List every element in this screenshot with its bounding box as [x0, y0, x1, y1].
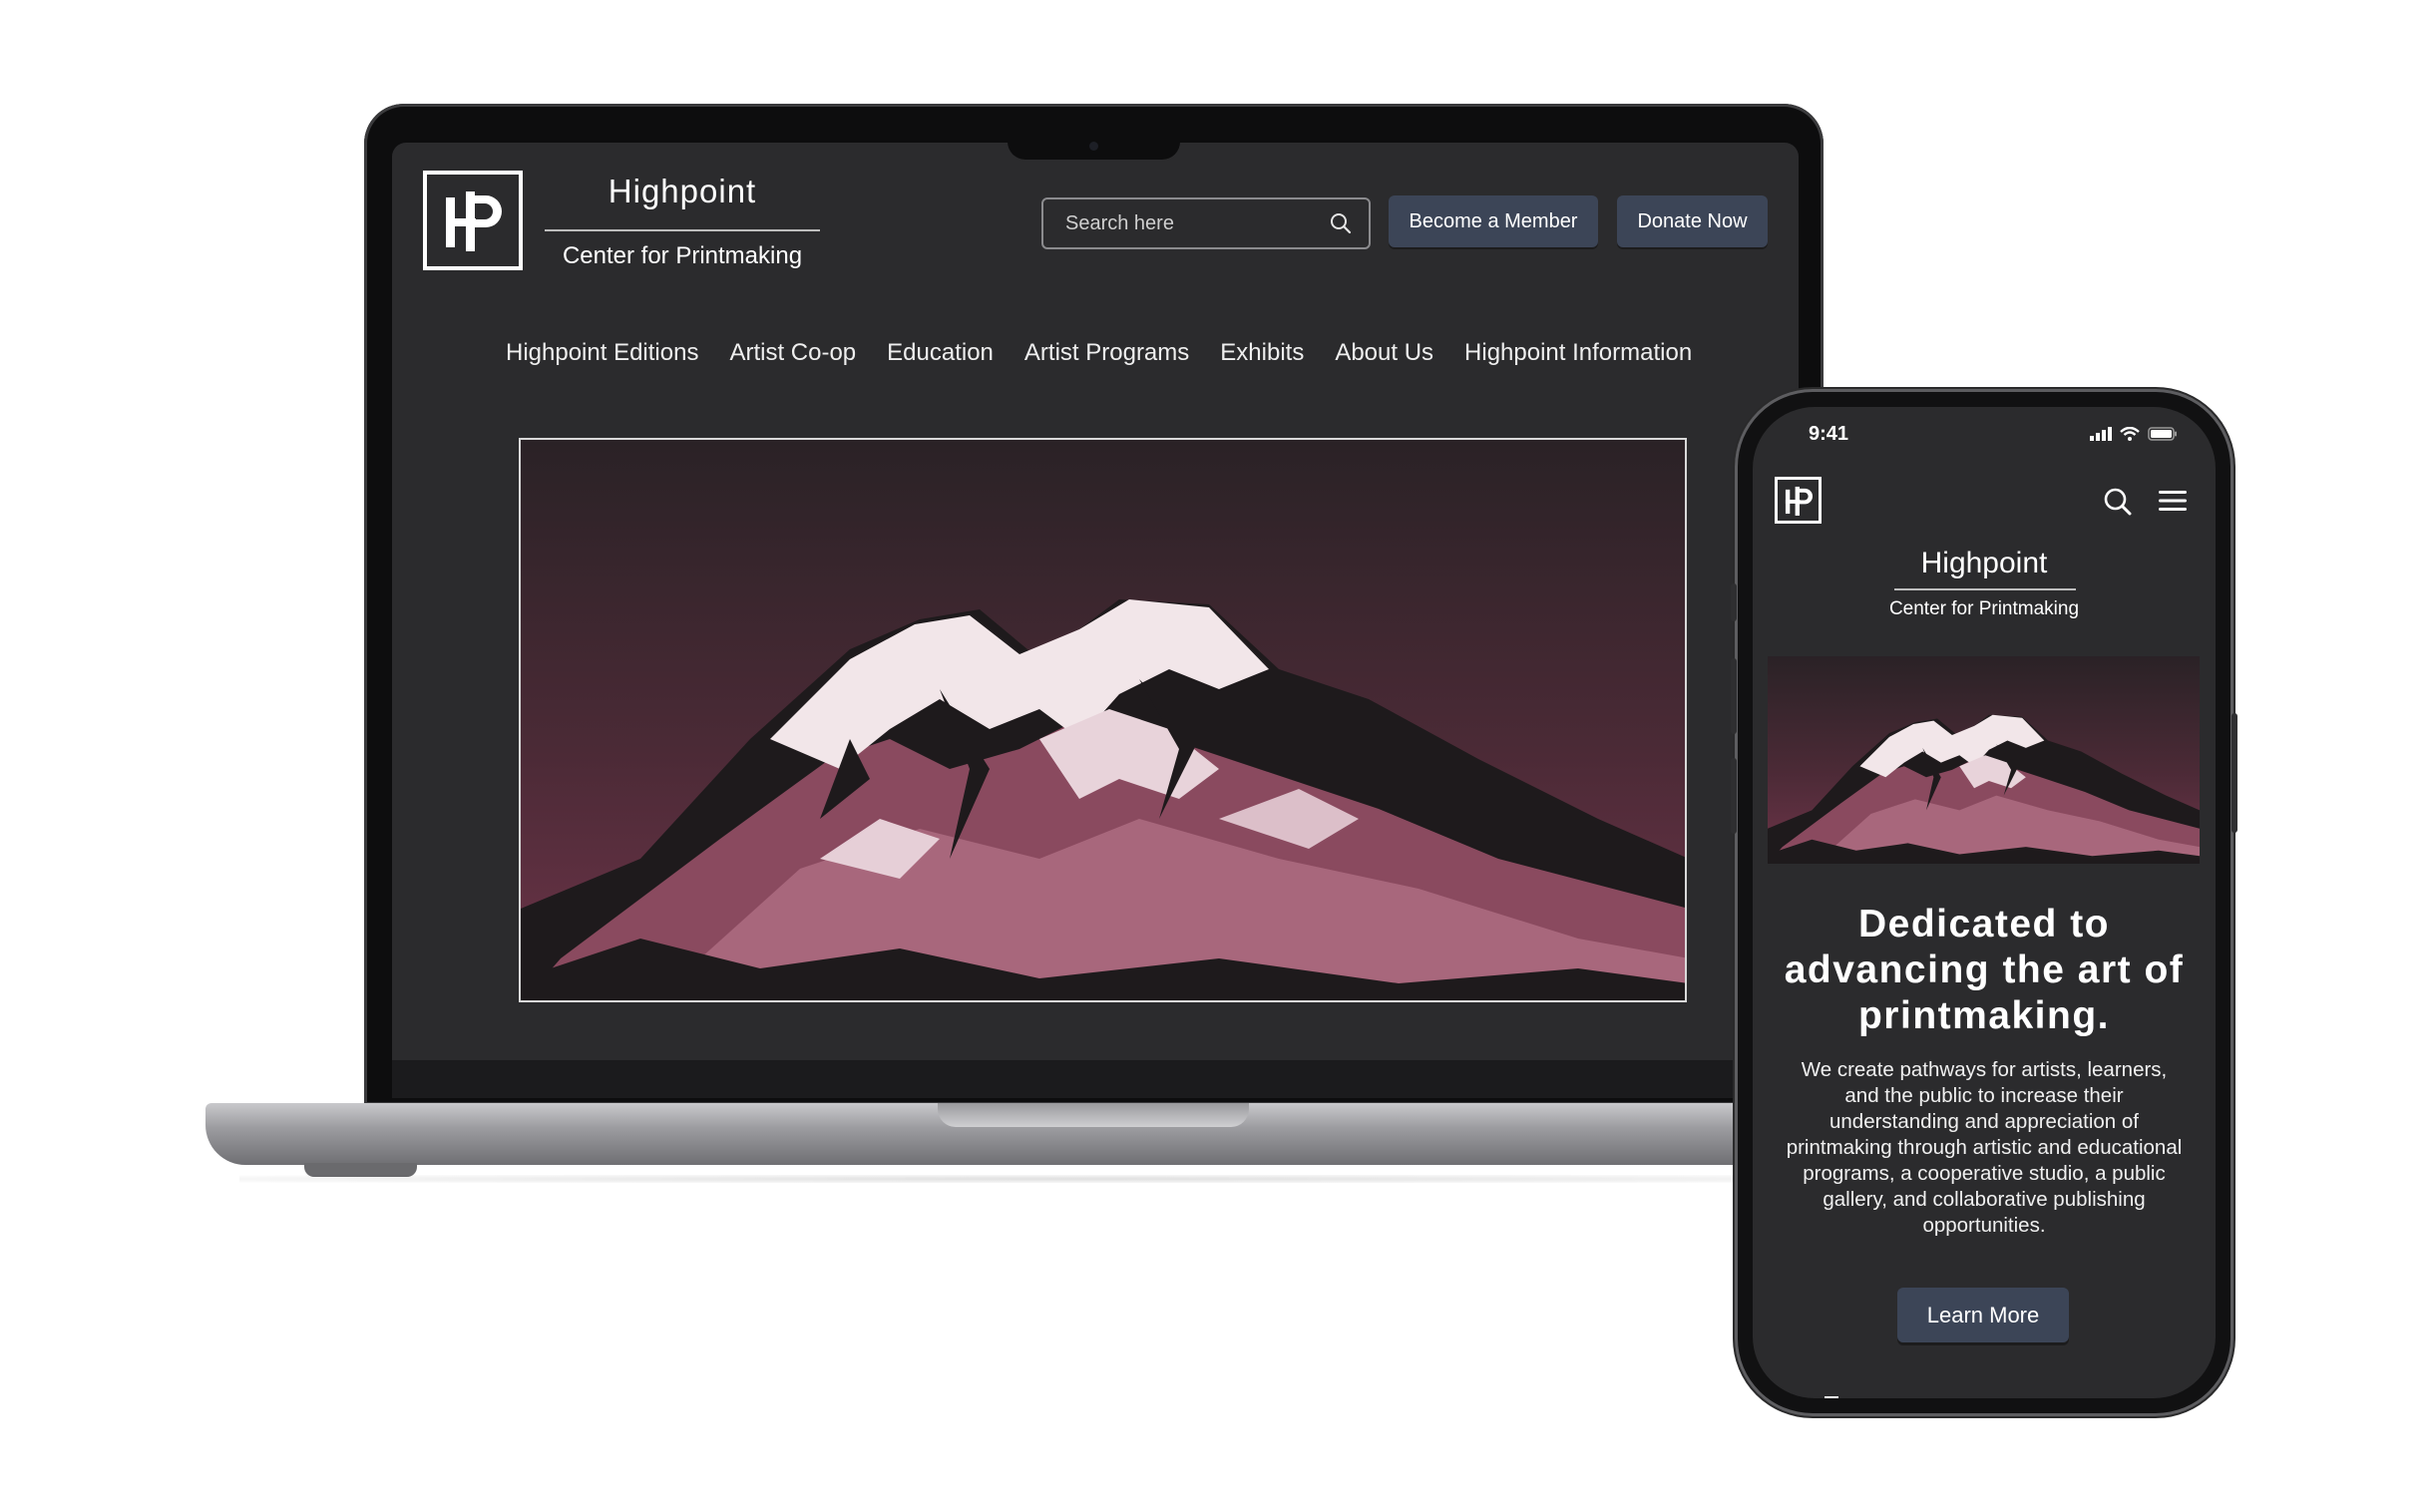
learn-more-button[interactable]: Learn More: [1897, 1288, 2069, 1342]
donate-now-button[interactable]: Donate Now: [1617, 195, 1768, 247]
hero-description: We create pathways for artists, learners…: [1786, 1058, 2183, 1237]
brand-subtitle: Center for Printmaking: [1888, 598, 2080, 619]
cellular-icon: [2090, 427, 2112, 441]
nav-item-artist-programs[interactable]: Artist Programs: [1024, 339, 1189, 367]
laptop-screen-bezel: [392, 1060, 1799, 1098]
hero-mountain-image: [519, 438, 1687, 1002]
search-icon[interactable]: [1330, 212, 1352, 234]
brand-title: Highpoint: [608, 173, 757, 209]
nav-item-education[interactable]: Education: [887, 339, 994, 367]
mobile-site: 9:41 Highpoint Center for Printmaking De…: [1753, 407, 2216, 1398]
desktop-site: Highpoint Center for Printmaking Become …: [392, 143, 1799, 1060]
hp-monogram-icon: [446, 191, 502, 251]
nav-item-highpoint-editions[interactable]: Highpoint Editions: [506, 339, 698, 367]
hp-monogram-icon: [1785, 486, 1813, 516]
phone-power-button: [2231, 713, 2237, 833]
brand-divider: [545, 229, 820, 231]
phone-volume-down: [1731, 758, 1737, 834]
nav-item-artist-co-op[interactable]: Artist Co-op: [729, 339, 856, 367]
brand-title: Highpoint: [1920, 547, 2048, 579]
phone-volume-up: [1731, 658, 1737, 734]
hero-mountain-image: [1768, 656, 2200, 864]
nav-item-highpoint-information[interactable]: Highpoint Information: [1464, 339, 1692, 367]
nav-item-about-us[interactable]: About Us: [1335, 339, 1433, 367]
status-icons: [2090, 427, 2178, 441]
nav-item-exhibits[interactable]: Exhibits: [1220, 339, 1304, 367]
phone-side-button: [1731, 583, 1737, 621]
highpoint-logo[interactable]: [1775, 477, 1822, 524]
laptop-camera-notch: [1008, 138, 1180, 160]
become-member-button[interactable]: Become a Member: [1389, 195, 1598, 247]
status-time: 9:41: [1809, 423, 1849, 445]
main-nav: Highpoint Editions Artist Co-op Educatio…: [506, 339, 1723, 367]
search-input[interactable]: [1041, 197, 1371, 249]
brand-divider: [1894, 588, 2076, 590]
menu-icon[interactable]: [2157, 487, 2189, 515]
home-indicator: [1825, 1396, 1838, 1398]
laptop-shadow: [239, 1175, 1895, 1183]
laptop-opening-notch: [938, 1103, 1249, 1127]
brand-subtitle: Center for Printmaking: [562, 242, 803, 269]
wifi-icon: [2120, 427, 2140, 441]
battery-icon: [2148, 427, 2177, 441]
hero-heading: Dedicated to advancing the art of printm…: [1784, 903, 2185, 1037]
search-icon[interactable]: [2103, 487, 2133, 517]
highpoint-logo[interactable]: [423, 171, 523, 270]
